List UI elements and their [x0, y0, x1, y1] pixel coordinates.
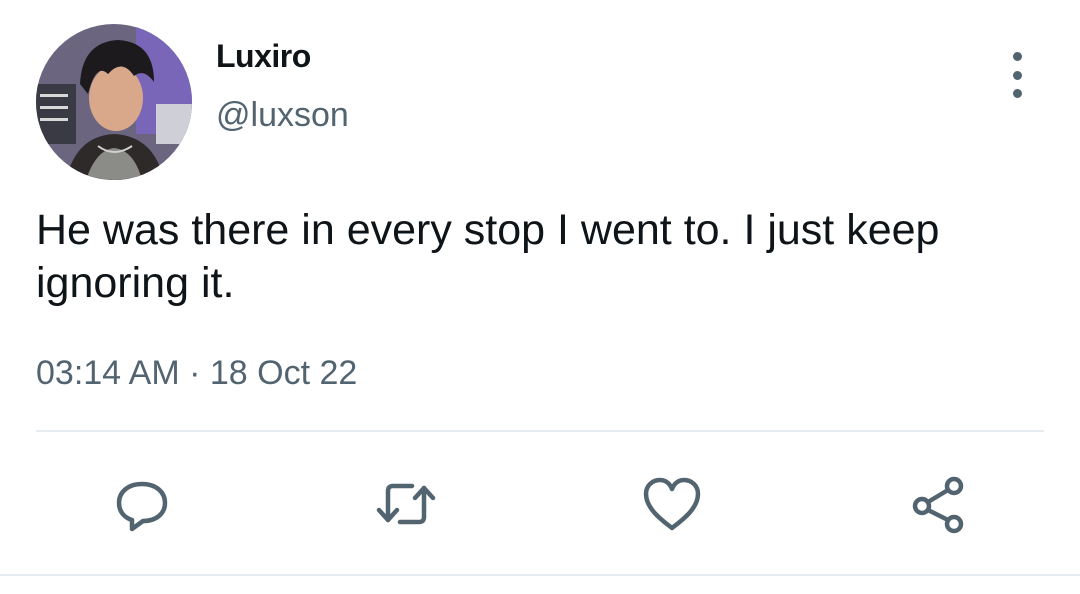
share-button[interactable] [906, 472, 970, 536]
like-button[interactable] [640, 472, 704, 536]
meta-separator: · [189, 354, 201, 392]
bottom-divider [0, 574, 1080, 576]
tweet-time: 03:14 AM [36, 354, 180, 392]
tweet-text: He was there in every stop I went to. I … [36, 206, 940, 307]
user-avatar[interactable] [36, 24, 192, 180]
like-icon [643, 477, 701, 531]
more-dot [1012, 89, 1022, 98]
retweet-button[interactable] [374, 472, 438, 536]
reply-button[interactable] [110, 472, 174, 536]
tweet-date: 18 Oct 22 [209, 354, 358, 392]
avatar-photo-icon [36, 24, 192, 180]
comment-icon [116, 481, 168, 532]
display-name[interactable]: Luxiro [216, 38, 311, 75]
user-handle[interactable]: @luxson [216, 96, 349, 135]
more-dot [1012, 52, 1022, 61]
tweet-card: Luxiro @luxson He was there in every sto… [0, 0, 1080, 594]
divider [36, 430, 1044, 432]
retweet-icon [376, 483, 436, 525]
more-options-icon[interactable] [1000, 52, 1034, 98]
tweet-timestamp[interactable]: 03:14 AM · 18 Oct 22 [36, 354, 357, 393]
more-dot [1012, 70, 1022, 80]
share-icon [912, 476, 964, 534]
